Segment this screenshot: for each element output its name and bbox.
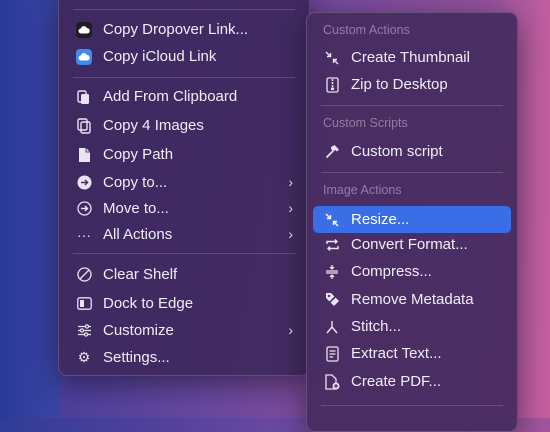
customize-item[interactable]: Customize › bbox=[65, 317, 303, 344]
item-label: Copy to... bbox=[103, 174, 168, 191]
compress-icon bbox=[323, 263, 341, 281]
copy-to-item[interactable]: Copy to... › bbox=[65, 169, 303, 196]
item-label: Clear Shelf bbox=[103, 266, 178, 283]
icloud-icon bbox=[75, 48, 93, 66]
hammer-icon bbox=[323, 143, 341, 161]
chevron-right-icon: › bbox=[288, 226, 293, 242]
copy-dropover-link-item[interactable]: Copy Dropover Link... bbox=[65, 16, 303, 43]
ellipsis-icon: ··· bbox=[77, 226, 91, 243]
all-actions-submenu: Custom Actions Create Thumbnail Zip to D… bbox=[306, 12, 518, 432]
shrink-arrows-icon bbox=[323, 49, 341, 67]
zip-icon bbox=[323, 76, 341, 94]
item-label: Extract Text... bbox=[351, 345, 442, 362]
chevron-right-icon: › bbox=[288, 322, 293, 338]
section-header-custom-actions: Custom Actions bbox=[323, 23, 410, 37]
dropover-cloud-icon bbox=[75, 21, 93, 39]
stitch-icon bbox=[323, 318, 341, 336]
item-label: Zip to Desktop bbox=[351, 76, 448, 93]
item-label: Stitch... bbox=[351, 318, 402, 335]
resize-item[interactable]: Resize... bbox=[313, 206, 511, 233]
extract-text-item[interactable]: Extract Text... bbox=[313, 340, 511, 367]
separator bbox=[73, 77, 295, 78]
arrow-right-circle-outline-icon bbox=[75, 200, 93, 218]
item-label: Create PDF... bbox=[351, 373, 442, 390]
separator bbox=[321, 405, 503, 406]
zip-to-desktop-item[interactable]: Zip to Desktop bbox=[313, 71, 511, 98]
convert-format-item[interactable]: Convert Format... bbox=[313, 231, 511, 258]
item-label: Remove Metadata bbox=[351, 291, 474, 308]
separator bbox=[73, 9, 295, 10]
compress-item[interactable]: Compress... bbox=[313, 258, 511, 285]
item-label: Copy Dropover Link... bbox=[103, 21, 249, 38]
separator bbox=[321, 172, 503, 173]
custom-script-item[interactable]: Custom script bbox=[313, 138, 511, 165]
separator bbox=[73, 253, 295, 254]
item-label: Move to... bbox=[103, 200, 169, 217]
text-scan-icon bbox=[323, 345, 341, 363]
all-actions-item[interactable]: ··· All Actions › bbox=[65, 221, 303, 248]
pdf-add-icon bbox=[323, 373, 341, 391]
tag-slash-icon bbox=[323, 291, 341, 309]
context-menu: Copy Dropover Link... Copy iCloud Link A… bbox=[58, 0, 310, 376]
document-icon bbox=[75, 146, 93, 164]
item-label: Create Thumbnail bbox=[351, 49, 470, 66]
item-label: Customize bbox=[103, 322, 174, 339]
item-label: Custom script bbox=[351, 143, 443, 160]
item-label: Copy 4 Images bbox=[103, 117, 204, 134]
arrow-right-circle-icon bbox=[75, 174, 93, 192]
clear-shelf-item[interactable]: Clear Shelf bbox=[65, 261, 303, 288]
separator bbox=[321, 105, 503, 106]
copy-path-item[interactable]: Copy Path bbox=[65, 141, 303, 168]
convert-arrows-icon bbox=[323, 236, 341, 254]
dock-icon bbox=[75, 295, 93, 313]
sliders-icon bbox=[75, 322, 93, 340]
item-label: Add From Clipboard bbox=[103, 88, 238, 105]
item-label: Copy Path bbox=[103, 146, 174, 163]
move-to-item[interactable]: Move to... › bbox=[65, 195, 303, 222]
item-label: Compress... bbox=[351, 263, 432, 280]
clear-icon bbox=[75, 266, 93, 284]
add-from-clipboard-item[interactable]: Add From Clipboard bbox=[65, 83, 303, 110]
item-label: Resize... bbox=[351, 211, 410, 228]
create-pdf-item[interactable]: Create PDF... bbox=[313, 368, 511, 395]
item-label: Dock to Edge bbox=[103, 295, 194, 312]
section-header-image-actions: Image Actions bbox=[323, 183, 402, 197]
settings-item[interactable]: ⚙ Settings... bbox=[65, 344, 303, 371]
item-label: Settings... bbox=[103, 349, 170, 366]
resize-arrows-icon bbox=[323, 211, 341, 229]
chevron-right-icon: › bbox=[288, 200, 293, 216]
create-thumbnail-item[interactable]: Create Thumbnail bbox=[313, 44, 511, 71]
clipboard-icon bbox=[75, 88, 93, 106]
wallpaper-left bbox=[0, 0, 60, 418]
chevron-right-icon: › bbox=[288, 174, 293, 190]
copy-images-item[interactable]: Copy 4 Images bbox=[65, 112, 303, 139]
copy-icloud-link-item[interactable]: Copy iCloud Link bbox=[65, 43, 303, 70]
section-header-custom-scripts: Custom Scripts bbox=[323, 116, 408, 130]
gear-icon: ⚙ bbox=[77, 349, 91, 365]
item-label: Copy iCloud Link bbox=[103, 48, 217, 65]
dock-to-edge-item[interactable]: Dock to Edge bbox=[65, 290, 303, 317]
stitch-item[interactable]: Stitch... bbox=[313, 313, 511, 340]
item-label: Convert Format... bbox=[351, 236, 468, 253]
copy-images-icon bbox=[75, 117, 93, 135]
remove-metadata-item[interactable]: Remove Metadata bbox=[313, 286, 511, 313]
item-label: All Actions bbox=[103, 226, 173, 243]
